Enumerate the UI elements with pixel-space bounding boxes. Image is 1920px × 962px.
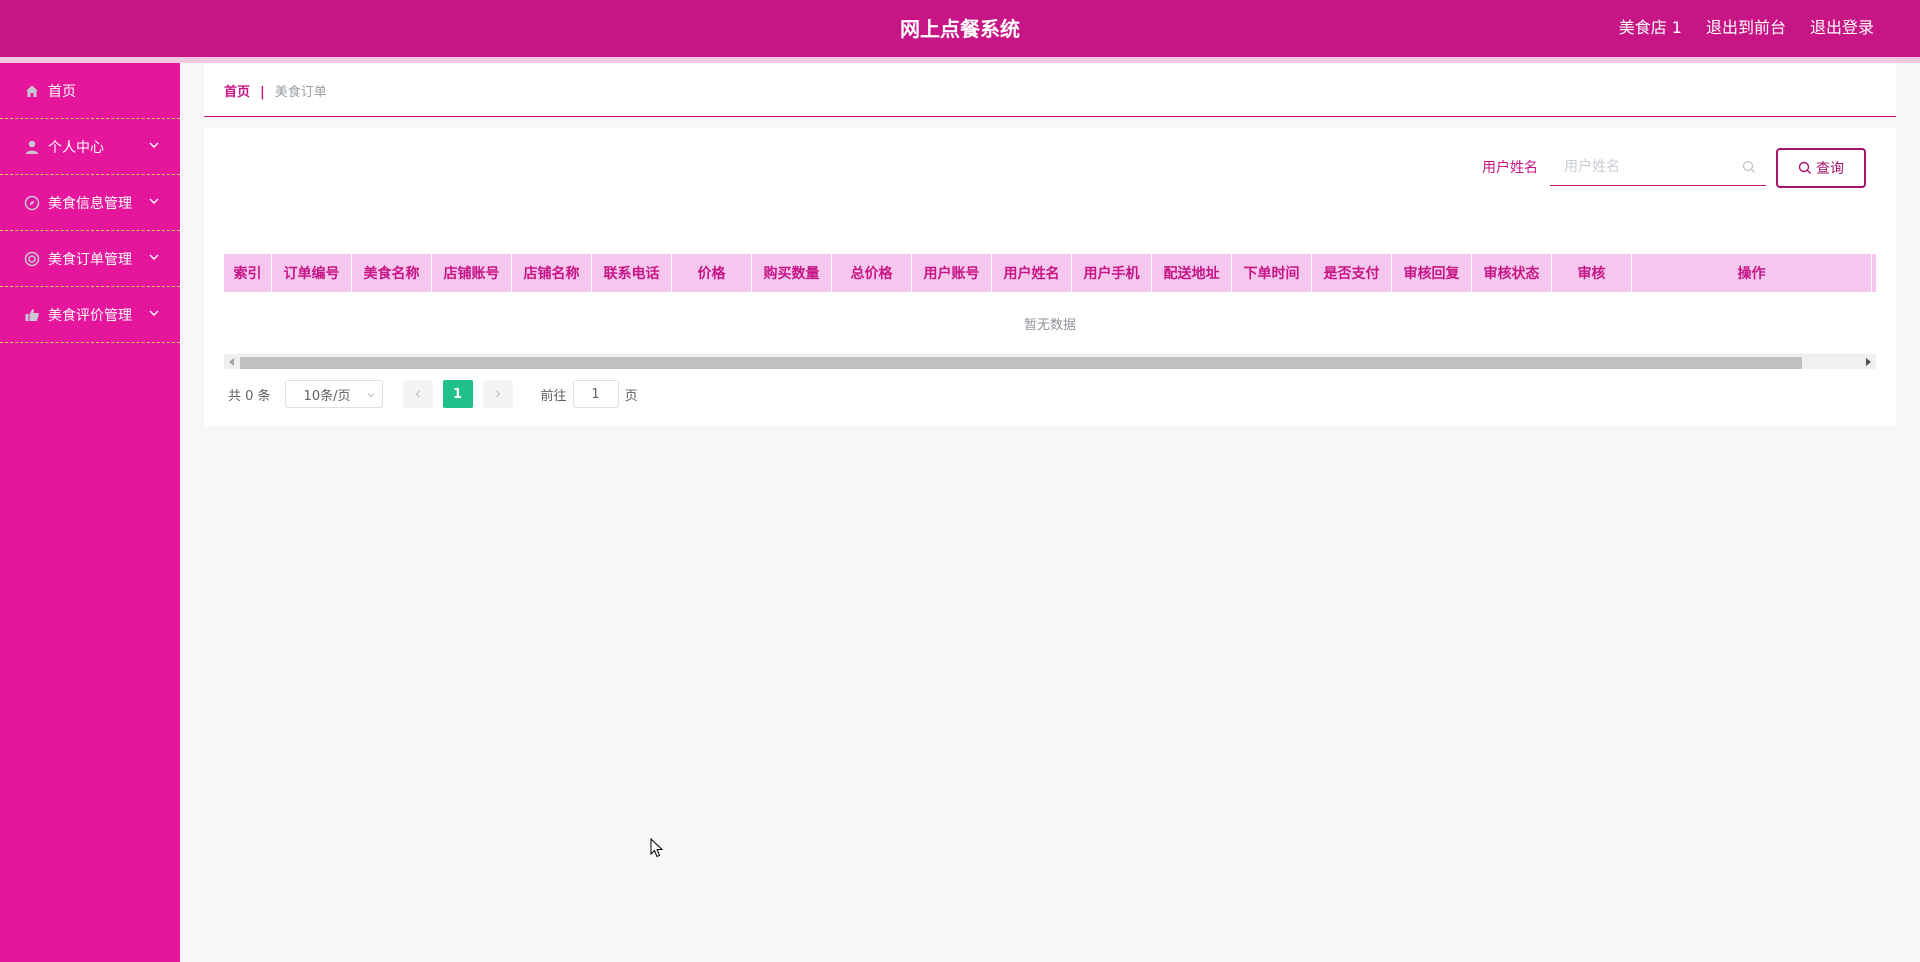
column-header: 店铺名称 [512,254,592,292]
lifebuoy-icon [24,251,40,267]
search-box [1550,148,1766,186]
column-header: 审核 [1552,254,1632,292]
table-empty-text: 暂无数据 [224,292,1876,355]
exit-to-front-link[interactable]: 退出到前台 [1706,18,1786,38]
breadcrumb-panel: 首页 | 美食订单 [204,63,1896,117]
scroll-left-icon[interactable] [228,358,236,366]
breadcrumb-current: 美食订单 [274,85,327,100]
top-bar: 网上点餐系统 美食店 1 退出到前台 退出登录 [0,0,1920,57]
search-icon [1798,161,1811,174]
column-header: 购买数量 [752,254,832,292]
column-header: 联系电话 [592,254,672,292]
compass-icon [24,195,40,211]
breadcrumb-home[interactable]: 首页 [224,85,250,101]
scrollbar-thumb[interactable] [240,357,1802,369]
goto-prefix: 前往 [540,388,567,404]
column-header: 审核状态 [1472,254,1552,292]
sidebar-item-label: 美食信息管理 [48,195,132,212]
chevron-left-icon [415,390,420,398]
table-header: 索引 订单编号 美食名称 店铺账号 店铺名称 联系电话 价格 购买数量 总价格 用户账号 用户姓名用… [224,254,1876,292]
prev-page-button[interactable] [402,380,433,408]
sidebar-item-personal-center[interactable]: 个人中心 [0,119,180,175]
current-user[interactable]: 美食店 1 [1619,18,1682,38]
sidebar-item-food-orders[interactable]: 美食订单管理 [0,231,180,287]
query-button-label: 查询 [1816,161,1844,177]
column-header: 审核回复 [1392,254,1472,292]
sidebar-item-label: 美食订单管理 [48,251,132,268]
scroll-right-icon[interactable] [1864,358,1872,366]
column-header: 价格 [672,254,752,292]
column-header: 索引 [224,254,272,292]
chevron-down-icon [149,198,159,204]
thumb-icon [24,307,40,323]
column-header: 订单编号 [272,254,352,292]
chevron-down-icon [367,393,374,398]
search-icon [1742,160,1755,173]
column-header: 总价格 [832,254,912,292]
sidebar-item-label: 个人中心 [48,139,104,156]
goto-page: 前往 页 [541,380,638,408]
column-header: 下单时间 [1232,254,1312,292]
orders-table: 索引 订单编号 美食名称 店铺账号 店铺名称 联系电话 价格 购买数量 总价格 用户账号 用户姓名用… [224,254,1876,369]
sidebar-item-label: 首页 [48,83,76,100]
column-header: 店铺账号 [432,254,512,292]
goto-suffix: 页 [624,388,638,404]
user-icon [24,139,40,155]
page-size-select[interactable]: 10条/页 [284,380,383,408]
column-header: 配送地址 [1152,254,1232,292]
goto-page-input[interactable] [572,380,619,408]
column-header: 用户手机 [1072,254,1152,292]
column-header: 用户账号 [912,254,992,292]
home-icon [24,83,40,99]
sidebar-item-food-reviews[interactable]: 美食评价管理 [0,287,180,343]
pagination: 共 0 条 10条/页 1 前往 页 [228,380,638,408]
column-header: 用户姓名 [992,254,1072,292]
sidebar-item-label: 美食评价管理 [48,307,132,324]
horizontal-scrollbar[interactable] [224,355,1876,369]
sidebar-item-food-info[interactable]: 美食信息管理 [0,175,180,231]
sidebar: 首页 个人中心 美食信息管理 美食订单管理 美食评价管理 [0,63,180,962]
logout-link[interactable]: 退出登录 [1810,18,1874,38]
chevron-down-icon [149,254,159,260]
next-page-button[interactable] [482,380,513,408]
top-links: 美食店 1 退出到前台 退出登录 [1619,18,1874,38]
total-count: 共 0 条 [228,388,271,404]
username-search-input[interactable] [1550,148,1736,186]
column-header: 操作 [1632,254,1872,292]
search-label: 用户姓名 [1482,160,1538,176]
breadcrumb-separator: | [260,85,265,100]
chevron-down-icon [149,142,159,148]
query-button[interactable]: 查询 [1776,148,1866,188]
chevron-right-icon [495,390,500,398]
mouse-cursor-icon [650,838,664,858]
main-panel: 用户姓名 查询 索引订单编号美食名称店铺账号店铺名称联系电话价格购买数量总价格用… [204,128,1896,426]
sidebar-item-home[interactable]: 首页 [0,63,180,119]
breadcrumb: 首页 | 美食订单 [224,85,327,101]
chevron-down-icon [149,310,159,316]
page-size-value: 10条/页 [303,388,351,404]
column-header: 是否支付 [1312,254,1392,292]
column-header: 美食名称 [352,254,432,292]
page-button-current[interactable]: 1 [442,380,473,408]
